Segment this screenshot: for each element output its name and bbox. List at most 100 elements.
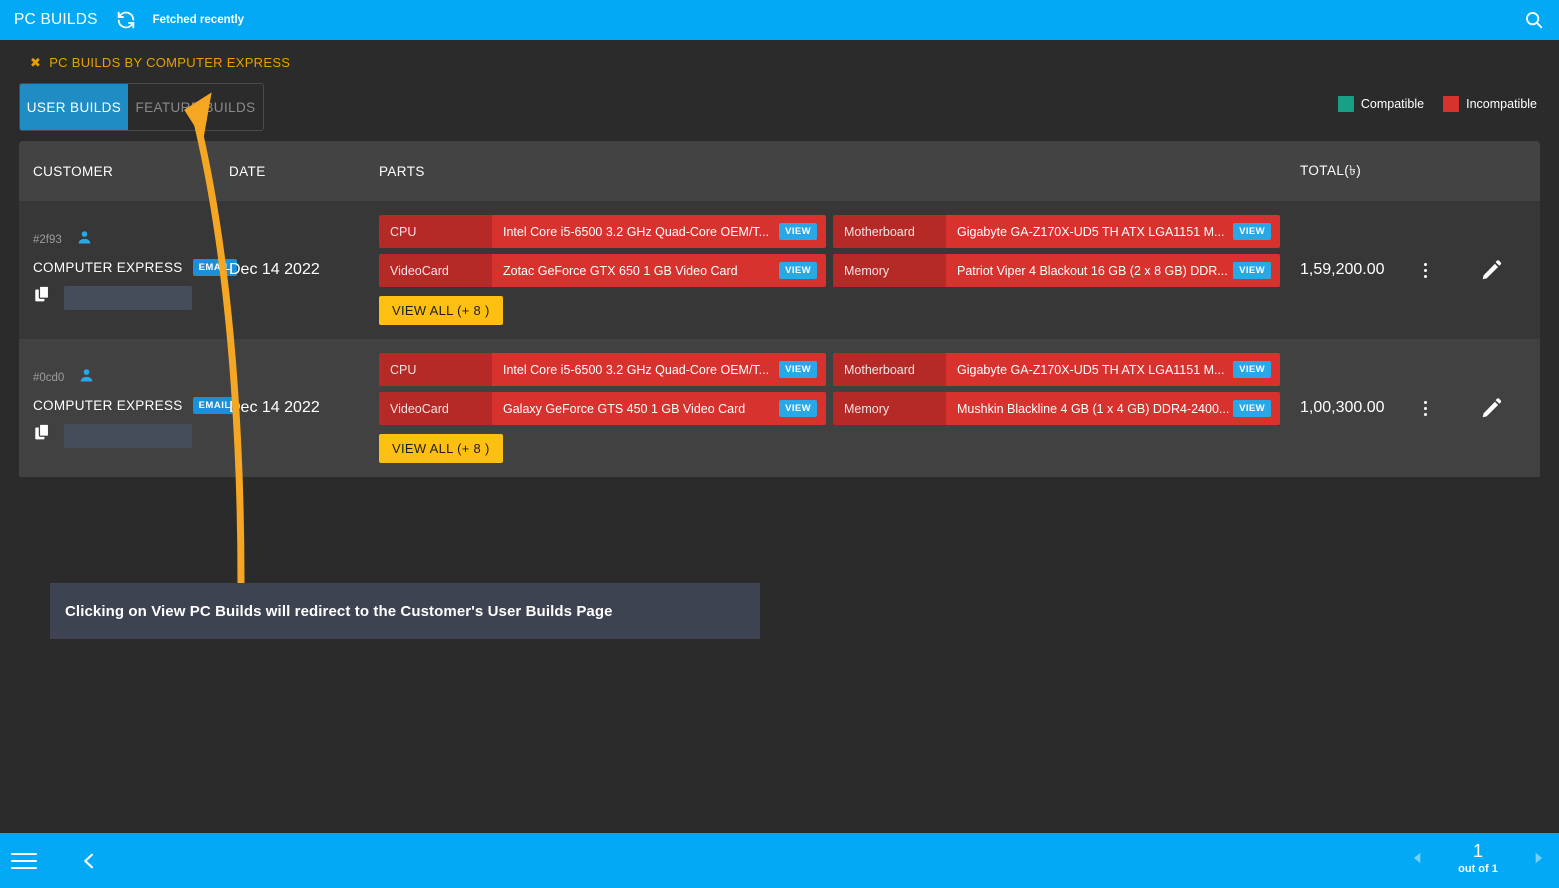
parts-cell: CPU Intel Core i5-6500 3.2 GHz Quad-Core… [379,201,1300,339]
part-view-button[interactable]: VIEW [1233,262,1271,279]
builds-table: CUSTOMER DATE PARTS TOTAL(৳) #2f93 COMPU… [19,141,1540,477]
customer-id-line: #0cd0 [33,367,215,389]
part-item[interactable]: Memory Mushkin Blackline 4 GB (1 x 4 GB)… [833,392,1280,425]
copy-icon[interactable] [33,284,55,311]
part-value: Zotac GeForce GTX 650 1 GB Video Card [503,263,738,278]
part-item[interactable]: VideoCard Galaxy GeForce GTS 450 1 GB Vi… [379,392,826,425]
date-cell: Dec 14 2022 [229,399,320,416]
hamburger-menu-icon[interactable] [11,848,37,874]
column-header-total: TOTAL(৳) [1300,162,1362,178]
part-label: Motherboard [833,353,946,386]
person-icon[interactable] [76,229,93,251]
column-header-customer: CUSTOMER [33,163,114,179]
customer-cell: #0cd0 COMPUTER EXPRESS EMAIL [19,339,237,477]
app-title: PC BUILDS [14,11,98,28]
pager-current-page: 1 [1472,841,1483,861]
part-value: Mushkin Blackline 4 GB (1 x 4 GB) DDR4-2… [957,401,1230,416]
part-label: CPU [379,215,492,248]
pencil-edit-icon[interactable] [1480,258,1504,282]
customer-id: #0cd0 [33,372,65,384]
annotation-text: Clicking on View PC Builds will redirect… [65,602,613,620]
part-item[interactable]: CPU Intel Core i5-6500 3.2 GHz Quad-Core… [379,215,826,248]
tab-feature-builds[interactable]: FEATURE BUILDS [128,84,263,130]
part-value: Intel Core i5-6500 3.2 GHz Quad-Core OEM… [503,224,770,239]
part-item[interactable]: Motherboard Gigabyte GA-Z170X-UD5 TH ATX… [833,353,1280,386]
top-app-bar: PC BUILDS Fetched recently [0,0,1559,40]
part-view-button[interactable]: VIEW [779,361,817,378]
sync-refresh-icon[interactable] [115,9,137,31]
part-item[interactable]: Motherboard Gigabyte GA-Z170X-UD5 TH ATX… [833,215,1280,248]
part-value: Patriot Viper 4 Blackout 16 GB (2 x 8 GB… [957,263,1228,278]
breadcrumb-label: PC BUILDS BY COMPUTER EXPRESS [49,55,291,70]
kebab-menu-icon[interactable] [1412,262,1438,278]
legend-swatch-compatible [1337,96,1354,112]
chevron-left-icon[interactable] [79,850,99,872]
total-amount: 1,00,300.00 [1300,399,1385,416]
customer-contact-field[interactable] [64,423,192,448]
part-item[interactable]: Memory Patriot Viper 4 Blackout 16 GB (2… [833,254,1280,287]
pencil-edit-icon[interactable] [1480,396,1504,420]
date-cell: Dec 14 2022 [229,261,320,278]
part-label: CPU [379,353,492,386]
table-header-row: CUSTOMER DATE PARTS TOTAL(৳) [19,141,1540,201]
view-all-parts-button[interactable]: VIEW ALL (+ 8 ) [379,296,503,325]
customer-copy-line [33,284,215,311]
customer-name-line: COMPUTER EXPRESS EMAIL [33,259,237,276]
tab-user-builds[interactable]: USER BUILDS [20,84,128,130]
kebab-menu-icon[interactable] [1412,400,1438,416]
pager-next-icon[interactable] [1531,850,1545,866]
close-x-icon[interactable]: ✖ [30,56,41,69]
legend-label-compatible: Compatible [1360,97,1425,111]
person-icon[interactable] [78,367,95,389]
part-view-button[interactable]: VIEW [1233,400,1271,417]
customer-id: #2f93 [33,234,62,246]
pager-total-pages: out of 1 [1458,863,1498,875]
customer-cell: #2f93 COMPUTER EXPRESS EMAIL [19,201,237,339]
customer-id-line: #2f93 [33,229,215,251]
part-view-button[interactable]: VIEW [779,262,817,279]
total-cell: 1,00,300.00 [1300,339,1540,477]
tab-feature-builds-label: FEATURE BUILDS [135,99,256,115]
part-label: VideoCard [379,392,492,425]
compatibility-legend: Compatible Incompatible [1337,96,1537,112]
customer-name: COMPUTER EXPRESS [33,260,183,275]
copy-icon[interactable] [33,422,55,449]
build-tabs: USER BUILDS FEATURE BUILDS [19,83,264,131]
part-value: Gigabyte GA-Z170X-UD5 TH ATX LGA1151 M..… [957,362,1225,377]
part-value: Gigabyte GA-Z170X-UD5 TH ATX LGA1151 M..… [957,224,1225,239]
parts-grid: CPU Intel Core i5-6500 3.2 GHz Quad-Core… [379,353,1300,425]
part-label: Motherboard [833,215,946,248]
part-label: Memory [833,392,946,425]
legend-item-compatible: Compatible [1337,96,1425,112]
breadcrumb: ✖ PC BUILDS BY COMPUTER EXPRESS [30,55,290,70]
part-item[interactable]: CPU Intel Core i5-6500 3.2 GHz Quad-Core… [379,353,826,386]
column-header-date: DATE [229,163,266,179]
search-icon[interactable] [1523,9,1545,31]
part-item[interactable]: VideoCard Zotac GeForce GTX 650 1 GB Vid… [379,254,826,287]
tab-user-builds-label: USER BUILDS [26,99,122,115]
part-view-button[interactable]: VIEW [1233,361,1271,378]
part-view-button[interactable]: VIEW [779,400,817,417]
parts-grid: CPU Intel Core i5-6500 3.2 GHz Quad-Core… [379,215,1300,287]
column-header-parts: PARTS [379,163,425,179]
fetch-status-text: Fetched recently [152,14,245,26]
legend-item-incompatible: Incompatible [1443,96,1537,112]
pager-prev-icon[interactable] [1411,850,1425,866]
pagination: 1 out of 1 [1411,840,1545,876]
view-all-parts-button[interactable]: VIEW ALL (+ 8 ) [379,434,503,463]
part-value: Intel Core i5-6500 3.2 GHz Quad-Core OEM… [503,362,770,377]
total-amount: 1,59,200.00 [1300,261,1385,278]
part-view-button[interactable]: VIEW [1233,223,1271,240]
annotation-callout: Clicking on View PC Builds will redirect… [50,583,760,639]
part-view-button[interactable]: VIEW [779,223,817,240]
pager-status: 1 out of 1 [1447,840,1509,876]
customer-copy-line [33,422,215,449]
customer-name-line: COMPUTER EXPRESS EMAIL [33,397,237,414]
customer-contact-field[interactable] [64,285,192,310]
part-label: VideoCard [379,254,492,287]
total-cell: 1,59,200.00 [1300,201,1540,339]
parts-cell: CPU Intel Core i5-6500 3.2 GHz Quad-Core… [379,339,1300,477]
bottom-nav-bar: 1 out of 1 [0,833,1559,888]
legend-label-incompatible: Incompatible [1466,97,1537,111]
legend-swatch-incompatible [1443,96,1460,112]
